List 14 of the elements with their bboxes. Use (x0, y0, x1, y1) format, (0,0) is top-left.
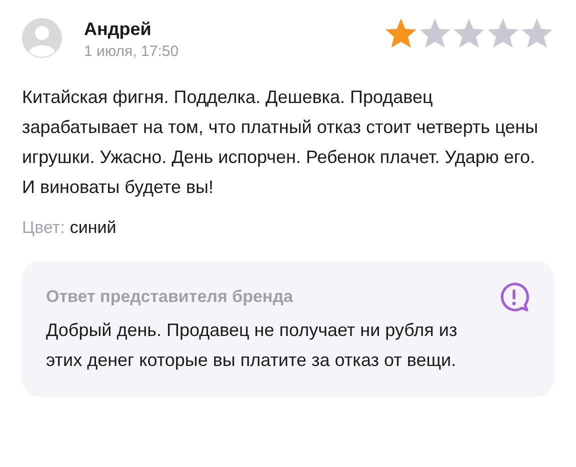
speech-bubble-exclamation-icon (498, 281, 530, 313)
star-icon (418, 17, 452, 49)
star-icon (520, 17, 554, 49)
attribute-value: синий (70, 218, 116, 238)
star-icon (452, 17, 486, 49)
reply-text: Добрый день. Продавец не получает ни рубля из этих денег которые вы платите за отказ от вещи. (46, 319, 458, 372)
review-text: Китайская фигня. Подделка. Дешевка. Продавец зарабатывает на том, что платный отказ стоит четверть цены игрушки. Ужасно. День испорчен. Ребенок плачет. Ударю его. И виноваты будете вы! (22, 86, 540, 199)
attribute-label: Цвет: (22, 218, 65, 238)
author-name: Андрей (84, 19, 152, 40)
reply-title: Ответ представителя бренда (46, 287, 293, 307)
star-icon (486, 17, 520, 49)
avatar-icon (22, 18, 62, 58)
star-icon (384, 17, 418, 49)
review-date: 1 июля, 17:50 (84, 43, 179, 60)
